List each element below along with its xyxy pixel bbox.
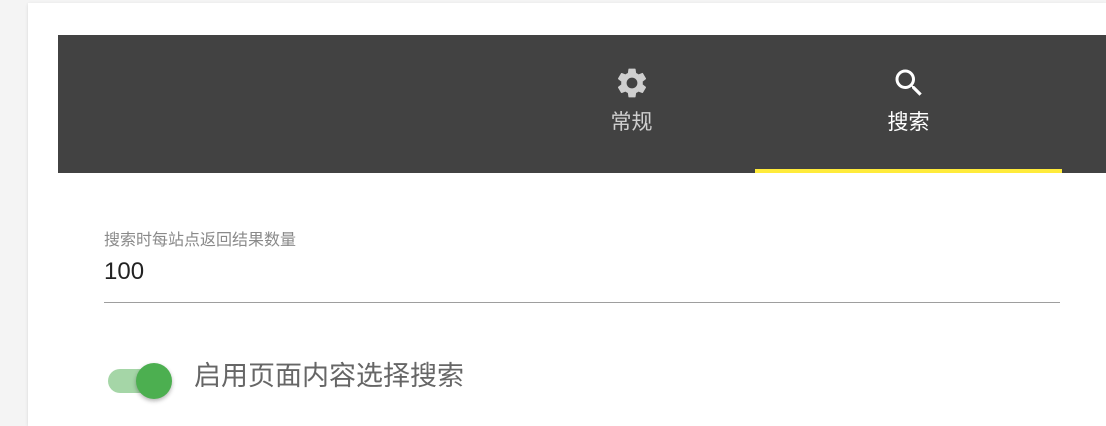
tab-bar: 常规 搜索	[58, 35, 1106, 173]
results-per-site-input[interactable]: 100	[104, 257, 1060, 287]
input-underline	[104, 302, 1060, 303]
tab-general-label: 常规	[610, 110, 653, 134]
page-content-search-label: 启用页面内容选择搜索	[194, 361, 464, 392]
tab-general[interactable]: 常规	[478, 35, 785, 173]
tab-search-label: 搜索	[887, 110, 930, 134]
page-content-search-setting: 启用页面内容选择搜索	[106, 357, 464, 399]
results-per-site-label: 搜索时每站点返回结果数量	[104, 230, 297, 249]
settings-card: 常规 搜索 搜索时每站点返回结果数量 100 启用页面内容选择搜索	[28, 3, 1106, 426]
page-content-search-toggle[interactable]	[106, 357, 174, 399]
search-icon	[891, 65, 927, 101]
tab-search[interactable]: 搜索	[755, 35, 1062, 173]
active-tab-indicator	[755, 169, 1062, 173]
gear-icon	[614, 65, 650, 101]
results-per-site-field[interactable]: 搜索时每站点返回结果数量 100	[104, 229, 1060, 303]
toggle-thumb	[136, 363, 172, 399]
